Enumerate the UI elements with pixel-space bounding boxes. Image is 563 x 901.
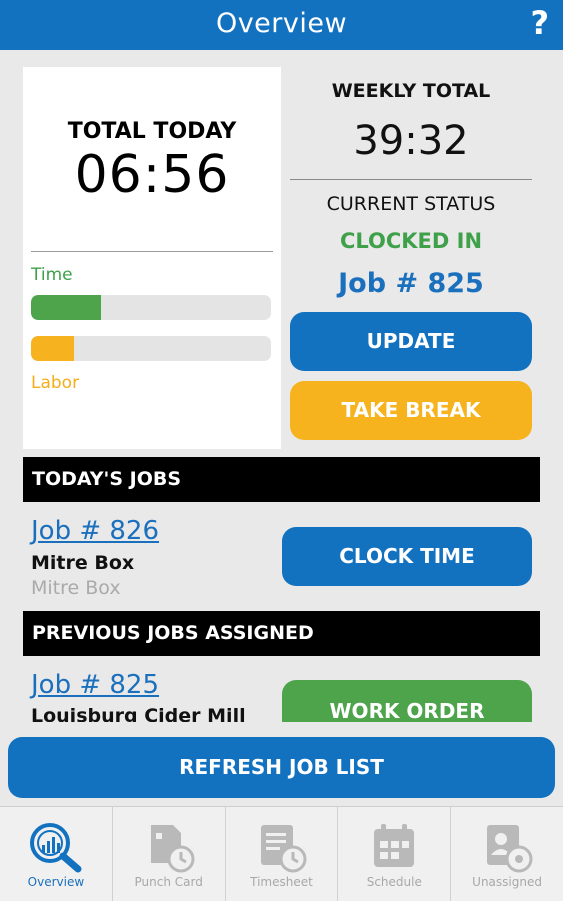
labor-bar-label: Labor: [31, 373, 80, 393]
timesheet-icon: [261, 825, 307, 873]
schedule-icon: [374, 824, 415, 867]
tab-label: Punch Card: [134, 875, 203, 889]
tab-label: Timesheet: [250, 875, 313, 889]
status-divider: [290, 179, 532, 180]
total-today-time: 06:56: [74, 145, 230, 205]
previous-jobs-header: PREVIOUS JOBS ASSIGNED: [23, 611, 540, 656]
update-button[interactable]: UPDATE: [290, 312, 532, 371]
labor-progress-bar: [31, 336, 271, 361]
weekly-total-time: 39:32: [353, 118, 469, 164]
todays-jobs-header: TODAY'S JOBS: [23, 457, 540, 502]
tab-label: Overview: [27, 875, 85, 889]
job-825-link[interactable]: Job # 825: [31, 670, 159, 700]
time-bar-label: Time: [31, 265, 73, 285]
scroll-content[interactable]: TOTAL TODAY 06:56 Time Labor WEEKLY TOTA…: [0, 0, 563, 722]
job-826-subtitle: Mitre Box: [31, 577, 121, 599]
tab-unassigned[interactable]: Unassigned: [451, 807, 563, 901]
unassigned-icon: [487, 825, 533, 873]
tab-overview[interactable]: Overview: [0, 807, 113, 901]
overview-icon: [29, 823, 82, 873]
work-order-button[interactable]: WORK ORDER: [282, 680, 532, 722]
punch-card-icon: [150, 825, 195, 873]
tab-timesheet[interactable]: Timesheet: [226, 807, 339, 901]
refresh-job-list-button[interactable]: REFRESH JOB LIST: [8, 737, 555, 798]
time-progress-fill: [31, 295, 101, 320]
weekly-total-label: WEEKLY TOTAL: [331, 80, 491, 102]
current-status-label: CURRENT STATUS: [326, 193, 496, 215]
current-status-value: CLOCKED IN: [339, 229, 483, 253]
job-826-link[interactable]: Job # 826: [31, 516, 159, 546]
take-break-button[interactable]: TAKE BREAK: [290, 381, 532, 440]
total-today-label: TOTAL TODAY: [67, 119, 237, 144]
current-job: Job # 825: [338, 268, 484, 299]
card-divider: [31, 251, 273, 252]
job-825-name: Louisburg Cider Mill: [31, 705, 246, 722]
job-826-name: Mitre Box: [31, 552, 135, 574]
tab-schedule[interactable]: Schedule: [338, 807, 452, 901]
time-progress-bar: [31, 295, 271, 320]
labor-progress-fill: [31, 336, 75, 361]
tab-label: Unassigned: [472, 875, 542, 889]
tab-label: Schedule: [366, 875, 422, 889]
bottom-tab-bar: Overview Punch Card Timesheet Schedule U…: [0, 806, 563, 901]
today-summary-card: TOTAL TODAY 06:56 Time Labor: [23, 67, 281, 449]
clock-time-button[interactable]: CLOCK TIME: [282, 527, 532, 586]
tab-punch-card[interactable]: Punch Card: [113, 807, 226, 901]
